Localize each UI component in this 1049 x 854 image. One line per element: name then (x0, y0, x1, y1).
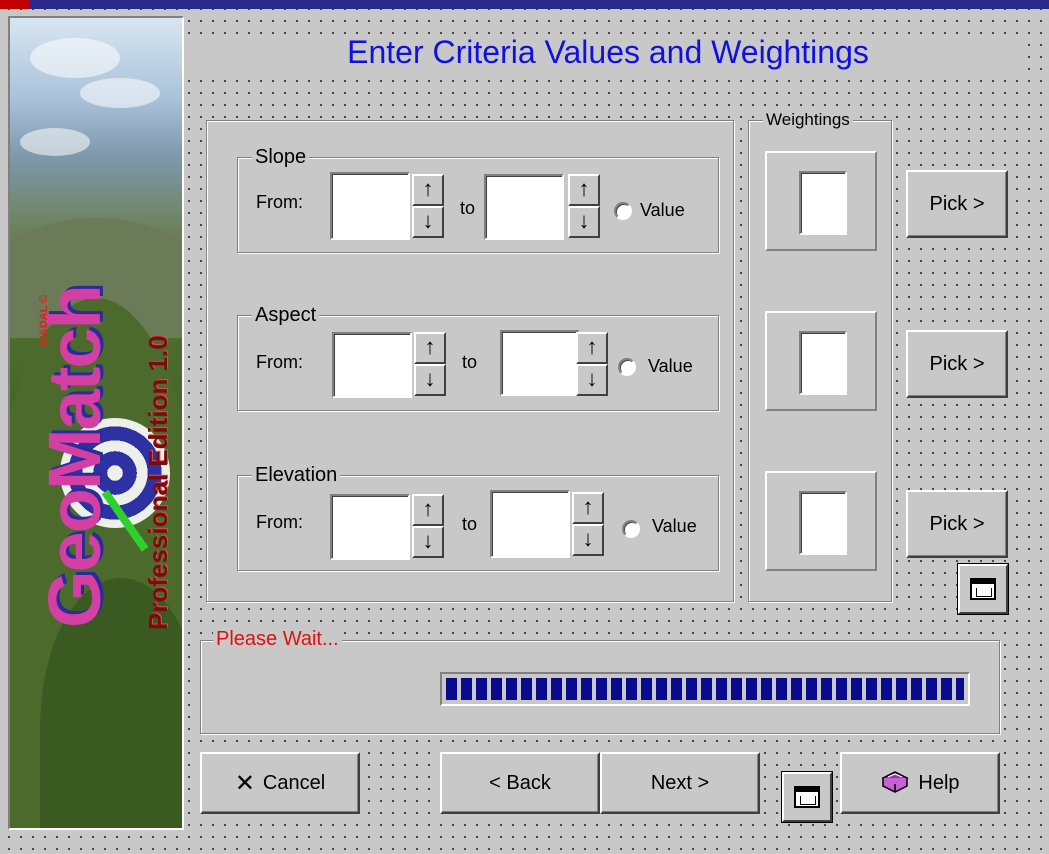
aspect-from-spinner: ↑ ↓ (414, 332, 446, 396)
from-label: From: (256, 352, 303, 372)
pick-aspect-button[interactable]: Pick > (906, 330, 1008, 398)
from-label: From: (256, 512, 303, 532)
aspect-to-spinner: ↑ ↓ (576, 332, 608, 396)
radio-label: Value (648, 356, 693, 376)
radio-label: Value (652, 516, 697, 536)
weighting-input[interactable] (799, 331, 847, 395)
product-banner: GeoMatch Professional Edition 1.0 WADAL … (8, 16, 184, 830)
aspect-value-radio[interactable] (618, 358, 636, 376)
criteria-group-slope: Slope From: ↑ ↓ to ↑ ↓ Value (237, 146, 719, 253)
status-text: Please Wait... (216, 628, 339, 650)
progress-fill (446, 678, 964, 700)
weighting-input[interactable] (799, 491, 847, 555)
brand-edition-text: Professional Edition 1.0 (143, 335, 173, 630)
page-title-text: Enter Criteria Values and Weightings (341, 34, 875, 70)
weighting-box (765, 151, 877, 251)
from-label: From: (256, 192, 303, 212)
criteria-panel: Slope From: ↑ ↓ to ↑ ↓ Value Aspect From… (206, 120, 734, 602)
spin-up-button[interactable]: ↑ (576, 332, 608, 364)
book-icon (881, 771, 910, 793)
spin-down-button[interactable]: ↓ (572, 524, 604, 556)
next-button[interactable]: Next > (600, 752, 760, 814)
slope-to-spinner: ↑ ↓ (568, 174, 600, 238)
window-button[interactable] (782, 772, 832, 822)
to-label: to (462, 514, 478, 534)
cancel-label: Cancel (262, 771, 326, 794)
to-label: to (460, 198, 476, 218)
elevation-from-spinner: ↑ ↓ (412, 494, 444, 558)
elevation-from-input[interactable] (330, 494, 410, 560)
slope-to-input[interactable] (484, 174, 564, 240)
aspect-to-input[interactable] (500, 330, 580, 396)
cancel-button[interactable]: ✕ Cancel (200, 752, 360, 814)
help-button[interactable]: Help (840, 752, 1000, 814)
criteria-name: Elevation (252, 464, 341, 486)
aspect-from-input[interactable] (332, 332, 412, 398)
page-title: Enter Criteria Values and Weightings (188, 34, 1028, 71)
pick-slope-button[interactable]: Pick > (906, 170, 1008, 238)
spin-down-button[interactable]: ↓ (576, 364, 608, 396)
back-button[interactable]: < Back (440, 752, 600, 814)
spin-down-button[interactable]: ↓ (568, 206, 600, 238)
close-icon: ✕ (234, 769, 255, 797)
weighting-box (765, 471, 877, 571)
title-bar-strip (0, 0, 1049, 9)
weightings-panel: Weightings (748, 109, 892, 602)
spin-up-button[interactable]: ↑ (568, 174, 600, 206)
spin-up-button[interactable]: ↑ (412, 174, 444, 206)
status-label: Please Wait... (213, 628, 342, 650)
window-icon (970, 578, 996, 600)
criteria-name: Aspect (252, 304, 320, 326)
criteria-group-elevation: Elevation From: ↑ ↓ to ↑ ↓ Value (237, 464, 719, 571)
progress-bar (440, 672, 970, 706)
weightings-label: Weightings (763, 109, 853, 131)
weighting-box (765, 311, 877, 411)
spin-up-button[interactable]: ↑ (412, 494, 444, 526)
window-button[interactable] (958, 564, 1008, 614)
slope-from-input[interactable] (330, 172, 410, 240)
spin-down-button[interactable]: ↓ (414, 364, 446, 396)
elevation-to-spinner: ↑ ↓ (572, 492, 604, 556)
cloud-shape (20, 128, 90, 156)
slope-from-spinner: ↑ ↓ (412, 174, 444, 238)
spin-up-button[interactable]: ↑ (572, 492, 604, 524)
help-label: Help (918, 771, 960, 794)
radio-label: Value (640, 200, 685, 220)
criteria-group-aspect: Aspect From: ↑ ↓ to ↑ ↓ Value (237, 304, 719, 411)
vendor-logo-text: WADAL © (38, 294, 50, 346)
to-label: to (462, 352, 478, 372)
cloud-shape (30, 38, 120, 78)
elevation-to-input[interactable] (490, 490, 570, 558)
title-bar-accent (0, 0, 30, 9)
window-icon (794, 786, 820, 808)
pick-elevation-button[interactable]: Pick > (906, 490, 1008, 558)
spin-down-button[interactable]: ↓ (412, 526, 444, 558)
weighting-input[interactable] (799, 171, 847, 235)
spin-down-button[interactable]: ↓ (412, 206, 444, 238)
criteria-name: Slope (252, 146, 310, 168)
cloud-shape (80, 78, 160, 108)
spin-up-button[interactable]: ↑ (414, 332, 446, 364)
slope-value-radio[interactable] (614, 202, 632, 220)
elevation-value-radio[interactable] (622, 520, 640, 538)
